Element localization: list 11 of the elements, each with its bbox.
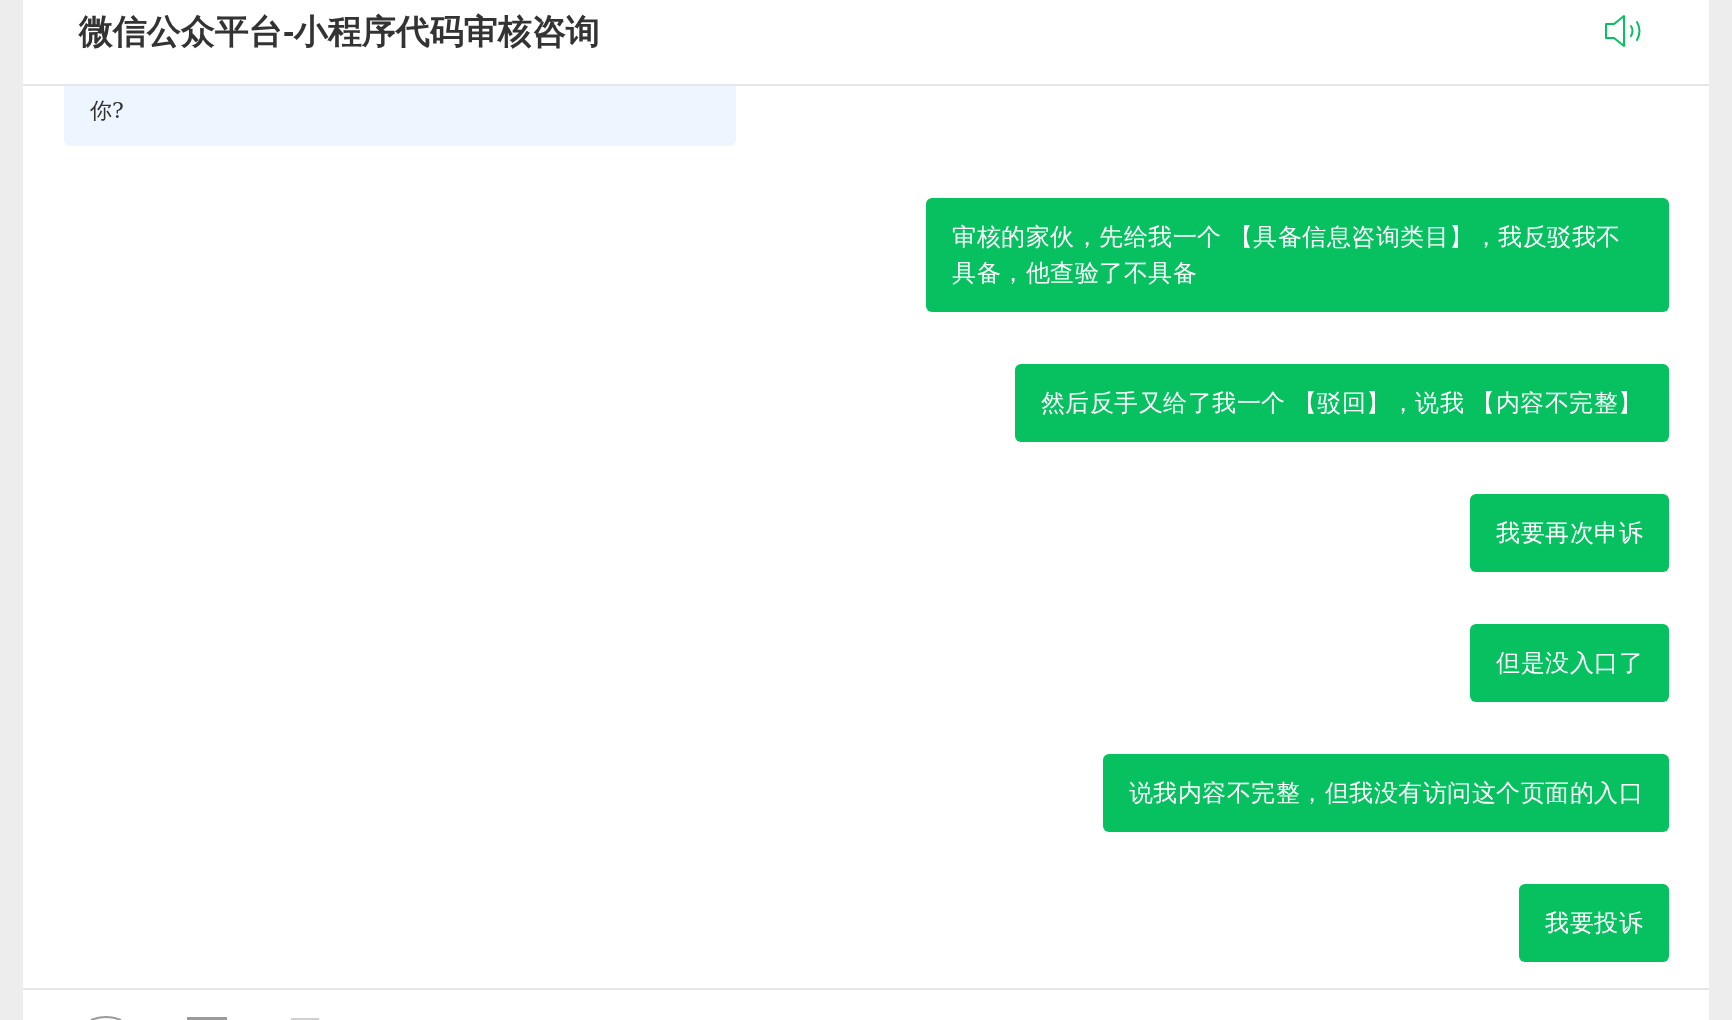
sent-message-bubble: 审核的家伙，先给我一个 【具备信息咨询类目】，我反驳我不具备，他查验了不具备	[926, 198, 1669, 312]
sent-message-bubble: 但是没入口了	[1470, 624, 1669, 702]
sent-message-bubble: 我要再次申诉	[1470, 494, 1669, 572]
sent-message-bubble: 然后反手又给了我一个 【驳回】，说我 【内容不完整】	[1014, 364, 1669, 442]
bar-icon[interactable]	[186, 1016, 228, 1020]
sent-message-bubble: 说我内容不完整，但我没有访问这个页面的入口	[1102, 754, 1669, 832]
line-icon[interactable]	[291, 1017, 319, 1020]
sent-message-bubble: 我要投诉	[1519, 884, 1669, 962]
arc-icon[interactable]	[89, 1015, 123, 1020]
chat-title: 微信公众平台-小程序代码审核咨询	[79, 11, 601, 51]
received-message-bubble: 你?	[64, 86, 736, 146]
